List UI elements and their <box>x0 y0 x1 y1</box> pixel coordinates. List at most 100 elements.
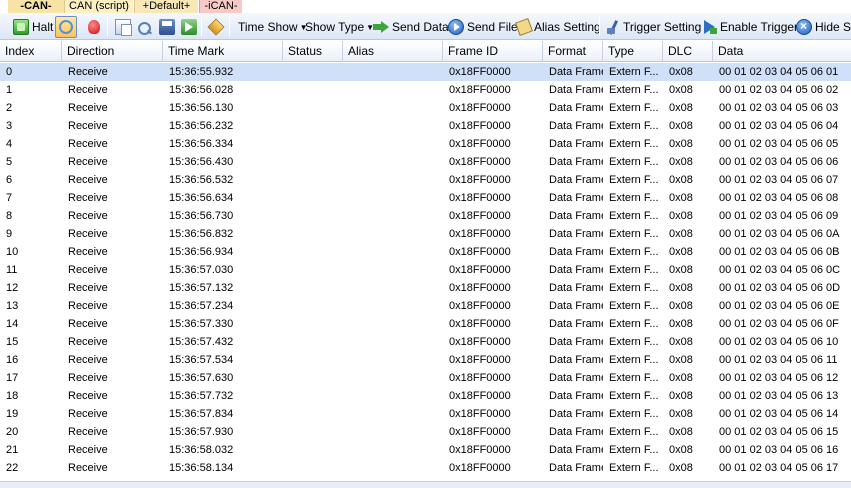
table-row[interactable]: 8 Receive 15:36:56.730 0x18FF0000 Data Frame… <box>0 207 851 225</box>
column-header-direction[interactable]: Direction <box>62 41 163 62</box>
cell-direction: Receive <box>68 462 108 474</box>
cell-data: 00 01 02 03 04 05 06 0F <box>719 318 839 330</box>
cell-dlc: 0x08 <box>669 336 693 348</box>
send-arrow-icon <box>373 21 389 33</box>
find-button[interactable] <box>137 16 154 38</box>
table-row[interactable]: 13 Receive 15:36:57.234 0x18FF0000 Data Fram… <box>0 297 851 315</box>
column-header-index[interactable]: Index <box>0 41 62 62</box>
column-header-data[interactable]: Data <box>713 41 851 62</box>
cell-format: Data Frame <box>549 354 603 366</box>
alias-setting-button[interactable]: Alias Setting <box>515 16 601 38</box>
cell-frame-id: 0x18FF0000 <box>449 390 511 402</box>
table-row[interactable]: 3 Receive 15:36:56.232 0x18FF0000 Data Frame… <box>0 117 851 135</box>
message-grid: Index Direction Time Mark Status Alias F… <box>0 41 851 488</box>
send-data-button[interactable]: Send Data <box>373 16 449 38</box>
enable-trigger-button[interactable]: Enable Trigger <box>703 16 798 38</box>
cell-data: 00 01 02 03 04 05 06 04 <box>719 120 839 132</box>
cell-format: Data Frame <box>549 138 603 150</box>
tab-ican[interactable]: -iCAN- <box>199 0 242 13</box>
cell-direction: Receive <box>68 84 108 96</box>
cell-format: Data Frame <box>549 156 603 168</box>
table-row[interactable]: 12 Receive 15:36:57.132 0x18FF0000 Data Fram… <box>0 279 851 297</box>
cell-direction: Receive <box>68 390 108 402</box>
tab-default[interactable]: +Default+ <box>134 0 198 13</box>
cell-status <box>283 153 343 171</box>
table-row[interactable]: 1 Receive 15:36:56.028 0x18FF0000 Data Frame… <box>0 81 851 99</box>
cell-direction: Receive <box>68 408 108 420</box>
tab-can[interactable]: -CAN- <box>8 0 64 13</box>
column-header-type[interactable]: Type <box>603 41 663 62</box>
column-header-time-mark[interactable]: Time Mark <box>163 41 283 62</box>
cell-dlc: 0x08 <box>669 390 693 402</box>
export-button[interactable] <box>181 16 200 38</box>
cell-alias <box>343 189 443 207</box>
table-row[interactable]: 16 Receive 15:36:57.534 0x18FF0000 Data Fram… <box>0 351 851 369</box>
column-header-dlc[interactable]: DLC <box>663 41 713 62</box>
column-header-format[interactable]: Format <box>543 41 603 62</box>
cell-time-mark: 15:36:58.032 <box>169 444 234 456</box>
cell-time-mark: 15:36:56.430 <box>169 156 234 168</box>
trigger-setting-button[interactable]: Trigger Setting <box>606 16 701 38</box>
column-header-frame-id[interactable]: Frame ID <box>443 41 543 62</box>
table-row[interactable]: 4 Receive 15:36:56.334 0x18FF0000 Data Frame… <box>0 135 851 153</box>
hide-send-button[interactable]: Hide Ser <box>796 16 851 38</box>
table-row[interactable]: 17 Receive 15:36:57.630 0x18FF0000 Data Fram… <box>0 369 851 387</box>
table-row[interactable]: 21 Receive 15:36:58.032 0x18FF0000 Data Fram… <box>0 441 851 459</box>
cell-format: Data Frame <box>549 174 603 186</box>
table-row[interactable]: 5 Receive 15:36:56.430 0x18FF0000 Data Frame… <box>0 153 851 171</box>
cell-index: 0 <box>6 66 13 78</box>
copy-button[interactable] <box>115 16 134 38</box>
cell-data: 00 01 02 03 04 05 06 03 <box>719 102 839 114</box>
halt-button[interactable]: Halt <box>13 16 53 38</box>
table-row[interactable]: 14 Receive 15:36:57.330 0x18FF0000 Data Fram… <box>0 315 851 333</box>
cell-dlc: 0x08 <box>669 408 693 420</box>
enable-trigger-label: Enable Trigger <box>720 20 799 34</box>
refresh-toggle-button[interactable] <box>55 16 77 38</box>
table-row[interactable]: 2 Receive 15:36:56.130 0x18FF0000 Data Frame… <box>0 99 851 117</box>
table-row[interactable]: 0 Receive 15:36:55.932 0x18FF0000 Data Frame… <box>0 63 851 81</box>
cell-format: Data Frame <box>549 282 603 294</box>
table-row[interactable]: 9 Receive 15:36:56.832 0x18FF0000 Data Frame… <box>0 225 851 243</box>
cell-direction: Receive <box>68 138 108 150</box>
cell-direction: Receive <box>68 336 108 348</box>
cell-alias <box>343 81 443 99</box>
table-row[interactable]: 6 Receive 15:36:56.532 0x18FF0000 Data Frame… <box>0 171 851 189</box>
record-icon <box>88 20 100 34</box>
column-header-status[interactable]: Status <box>283 41 343 62</box>
cell-direction: Receive <box>68 426 108 438</box>
cell-type: Extern F... <box>609 138 659 150</box>
cell-direction: Receive <box>68 120 108 132</box>
cell-frame-id: 0x18FF0000 <box>449 426 511 438</box>
table-row[interactable]: 22 Receive 15:36:58.134 0x18FF0000 Data Fram… <box>0 459 851 477</box>
table-row[interactable]: 7 Receive 15:36:56.634 0x18FF0000 Data Frame… <box>0 189 851 207</box>
cell-status <box>283 315 343 333</box>
cell-type: Extern F... <box>609 228 659 240</box>
cell-time-mark: 15:36:57.330 <box>169 318 234 330</box>
record-button[interactable] <box>88 16 103 38</box>
toolbar-separator <box>229 17 230 36</box>
table-row[interactable]: 18 Receive 15:36:57.732 0x18FF0000 Data Fram… <box>0 387 851 405</box>
cell-alias <box>343 351 443 369</box>
trigger-icon <box>606 20 620 34</box>
send-file-icon <box>448 19 464 35</box>
show-type-dropdown[interactable]: Show Type ▼ <box>305 16 374 38</box>
table-row[interactable]: 10 Receive 15:36:56.934 0x18FF0000 Data Fram… <box>0 243 851 261</box>
cell-status <box>283 99 343 117</box>
cell-time-mark: 15:36:56.130 <box>169 102 234 114</box>
send-file-button[interactable]: Send File <box>448 16 518 38</box>
package-button[interactable] <box>207 16 227 38</box>
table-row[interactable]: 11 Receive 15:36:57.030 0x18FF0000 Data Fram… <box>0 261 851 279</box>
cell-time-mark: 15:36:56.334 <box>169 138 234 150</box>
horizontal-scrollbar[interactable] <box>0 481 851 488</box>
column-header-alias[interactable]: Alias <box>343 41 443 62</box>
table-row[interactable]: 15 Receive 15:36:57.432 0x18FF0000 Data Fram… <box>0 333 851 351</box>
cell-type: Extern F... <box>609 120 659 132</box>
send-data-label: Send Data <box>392 20 449 34</box>
table-row[interactable]: 19 Receive 15:36:57.834 0x18FF0000 Data Fram… <box>0 405 851 423</box>
tab-can-script[interactable]: CAN (script) <box>64 0 133 13</box>
save-button[interactable] <box>159 16 178 38</box>
time-show-dropdown[interactable]: Time Show ▼ <box>238 16 308 38</box>
table-row[interactable]: 20 Receive 15:36:57.930 0x18FF0000 Data Fram… <box>0 423 851 441</box>
cell-type: Extern F... <box>609 210 659 222</box>
cell-type: Extern F... <box>609 336 659 348</box>
